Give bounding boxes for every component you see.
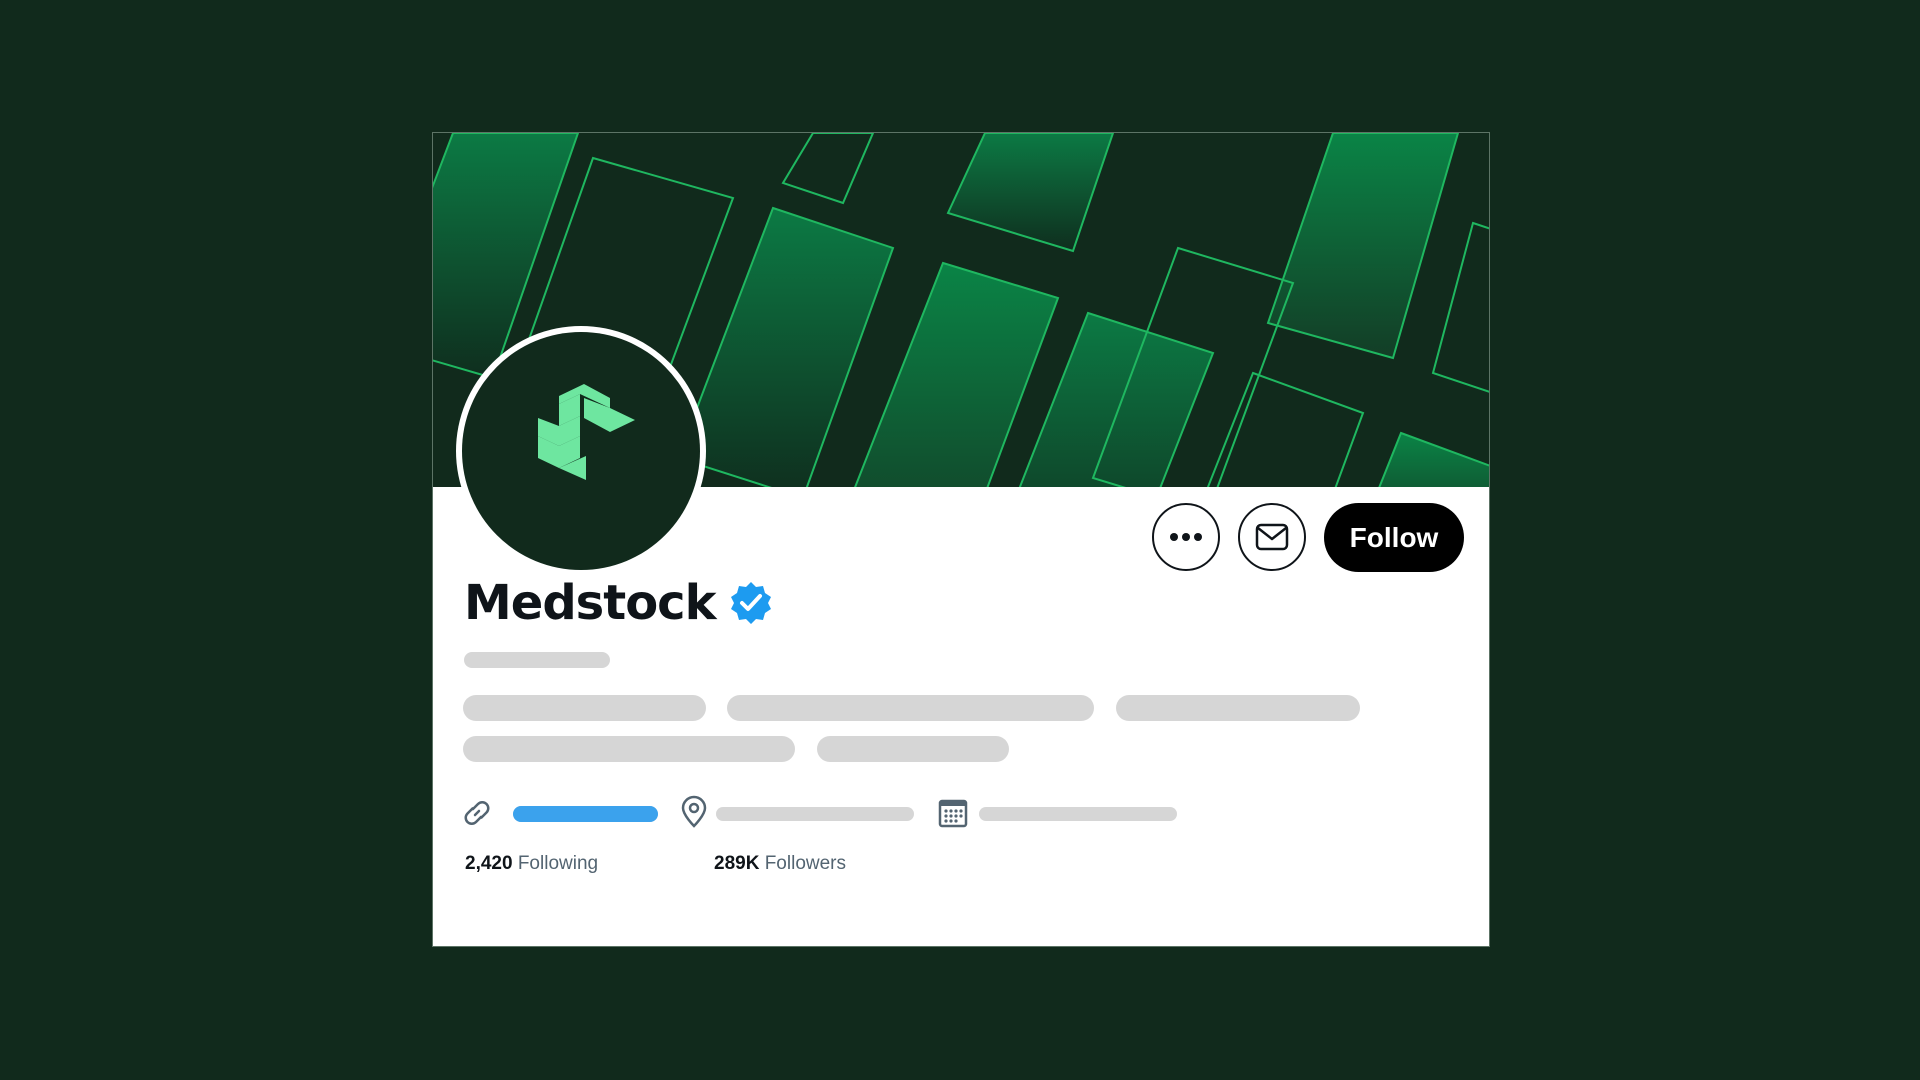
bio-placeholder	[463, 736, 795, 762]
bio-placeholder	[817, 736, 1009, 762]
profile-name-row: Medstock	[464, 579, 774, 627]
bio-placeholder	[463, 695, 706, 721]
profile-name: Medstock	[464, 575, 717, 631]
bio-placeholder	[1116, 695, 1360, 721]
followers-count: 289K	[714, 853, 760, 874]
followers-label: Followers	[764, 853, 847, 874]
profile-card: Follow Medstock 2,420 Following 289K Fol…	[432, 132, 1490, 947]
message-button[interactable]	[1238, 503, 1306, 571]
following-stat[interactable]: 2,420 Following	[465, 853, 598, 875]
location-placeholder	[716, 807, 914, 821]
following-label: Following	[517, 853, 599, 874]
website-link[interactable]	[513, 806, 658, 822]
medstock-logo-icon	[538, 384, 635, 480]
handle-placeholder	[464, 652, 610, 668]
followers-stat[interactable]: 289K Followers	[714, 853, 846, 875]
more-horizontal-icon	[1170, 533, 1202, 541]
following-count: 2,420	[465, 853, 513, 874]
more-options-button[interactable]	[1152, 503, 1220, 571]
calendar-icon	[938, 799, 968, 828]
follow-button[interactable]: Follow	[1324, 503, 1464, 572]
link-icon	[464, 801, 490, 825]
location-pin-icon	[681, 795, 707, 828]
mail-icon	[1255, 523, 1289, 551]
join-date-placeholder	[979, 807, 1177, 821]
bio-placeholder	[727, 695, 1094, 721]
profile-avatar[interactable]	[456, 326, 706, 576]
verified-badge-icon	[730, 582, 771, 624]
